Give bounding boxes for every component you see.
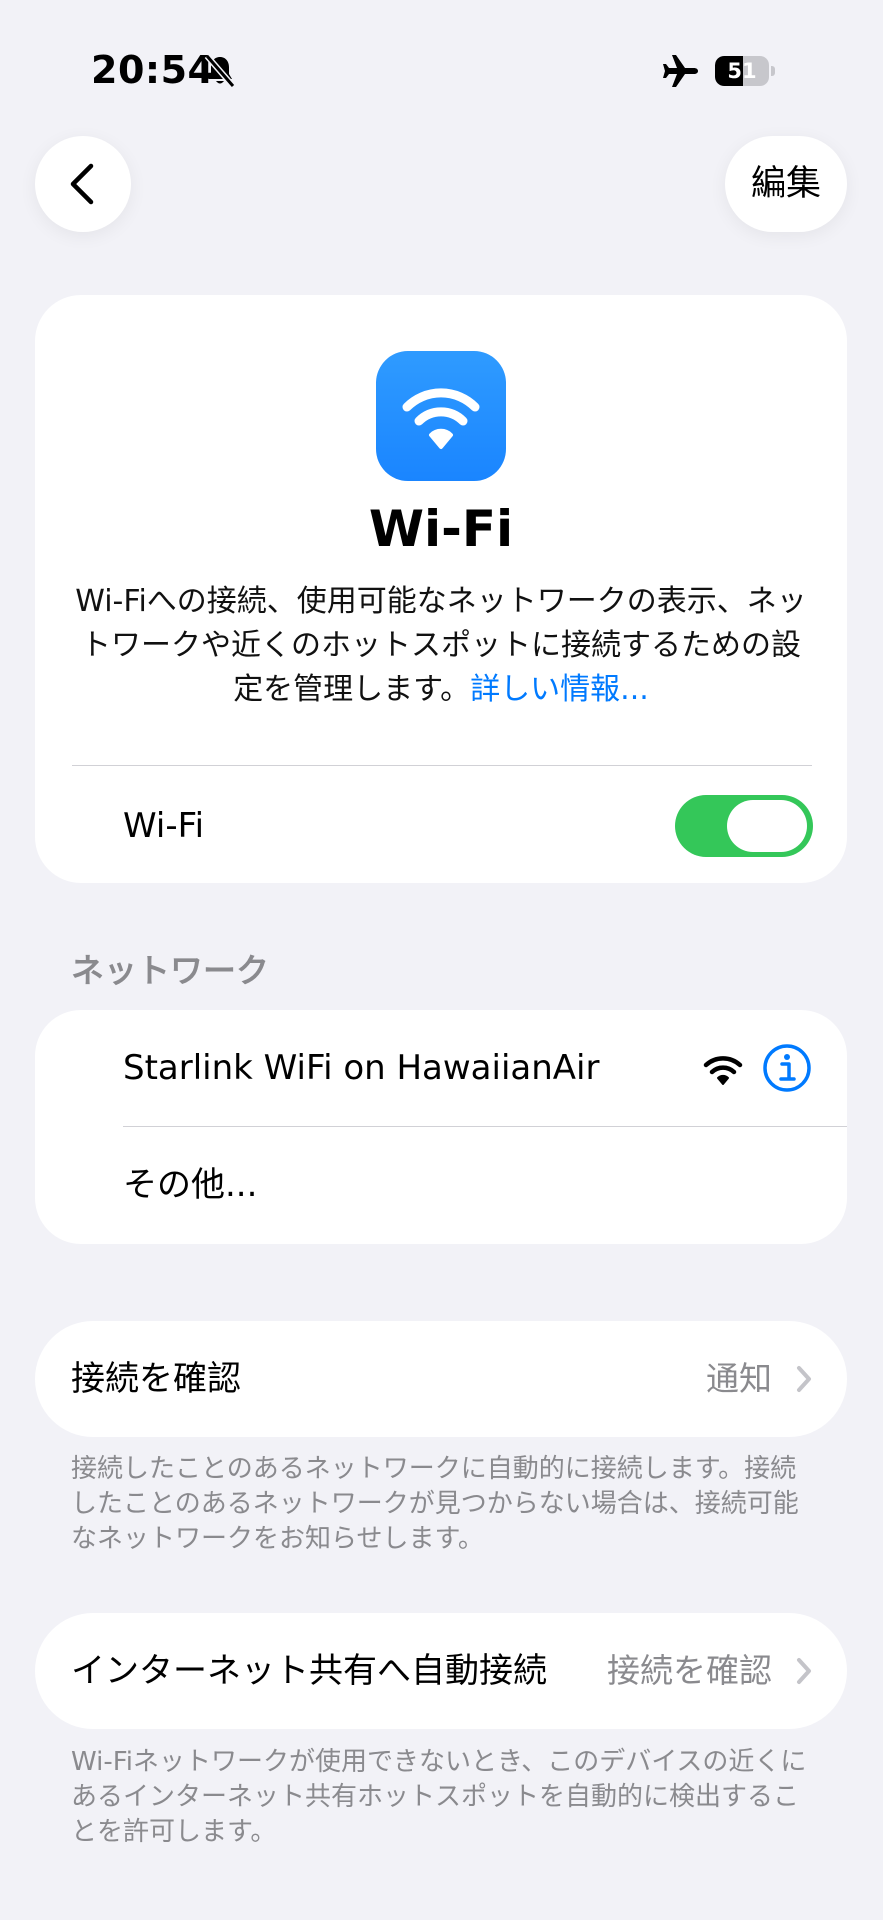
auto-hotspot-footnote: Wi-Fiネットワークが使用できないとき、このデバイスの近くにあるインターネット…: [71, 1747, 807, 1847]
divider: [72, 765, 812, 766]
status-time: 20:54: [91, 48, 215, 92]
wifi-icon: [376, 351, 506, 481]
ask-to-join-row[interactable]: 接続を確認 通知: [35, 1321, 847, 1437]
chevron-right-icon: [797, 1658, 811, 1684]
edit-button[interactable]: 編集: [725, 136, 847, 232]
chevron-right-icon: [797, 1366, 811, 1392]
learn-more-link[interactable]: 詳しい情報...: [470, 672, 649, 707]
ask-to-join-footnote: 接続したことのあるネットワークに自動的に接続します。接続したことのあるネットワー…: [71, 1454, 799, 1554]
network-name: Starlink WiFi on HawaiianAir: [123, 1048, 600, 1088]
page-title: Wi-Fi: [368, 500, 514, 558]
battery-icon: 51: [715, 56, 775, 86]
info-icon[interactable]: [762, 1043, 812, 1093]
battery-level: 51: [727, 59, 757, 83]
ask-to-join-value: 通知: [706, 1359, 772, 1398]
network-row[interactable]: Starlink WiFi on HawaiianAir: [35, 1010, 847, 1126]
wifi-description: Wi-Fiへの接続、使用可能なネットワークの表示、ネットワークや近くのホットスポ…: [70, 580, 812, 712]
airplane-icon: [663, 55, 698, 87]
bell-slash-icon: [204, 54, 236, 88]
back-button[interactable]: [35, 136, 131, 232]
auto-hotspot-label: インターネット共有へ自動接続: [71, 1651, 547, 1691]
description-text: Wi-Fiへの接続、使用可能なネットワークの表示、ネットワークや近くのホットスポ…: [75, 584, 807, 707]
networks-header: ネットワーク: [71, 951, 269, 990]
wifi-toggle-label: Wi-Fi: [123, 806, 205, 846]
other-network-row[interactable]: その他...: [35, 1127, 847, 1243]
auto-hotspot-row[interactable]: インターネット共有へ自動接続 接続を確認: [35, 1613, 847, 1729]
chevron-left-icon: [70, 163, 94, 205]
other-network-label: その他...: [123, 1165, 258, 1205]
wifi-toggle[interactable]: [675, 795, 813, 857]
networks-list: Starlink WiFi on HawaiianAir その他...: [35, 1010, 847, 1244]
auto-hotspot-value: 接続を確認: [607, 1651, 772, 1690]
wifi-signal-icon: [703, 1056, 743, 1085]
ask-to-join-label: 接続を確認: [71, 1359, 241, 1399]
wifi-info-card: Wi-Fi Wi-Fiへの接続、使用可能なネットワークの表示、ネットワークや近く…: [35, 295, 847, 883]
toggle-knob: [727, 800, 807, 852]
